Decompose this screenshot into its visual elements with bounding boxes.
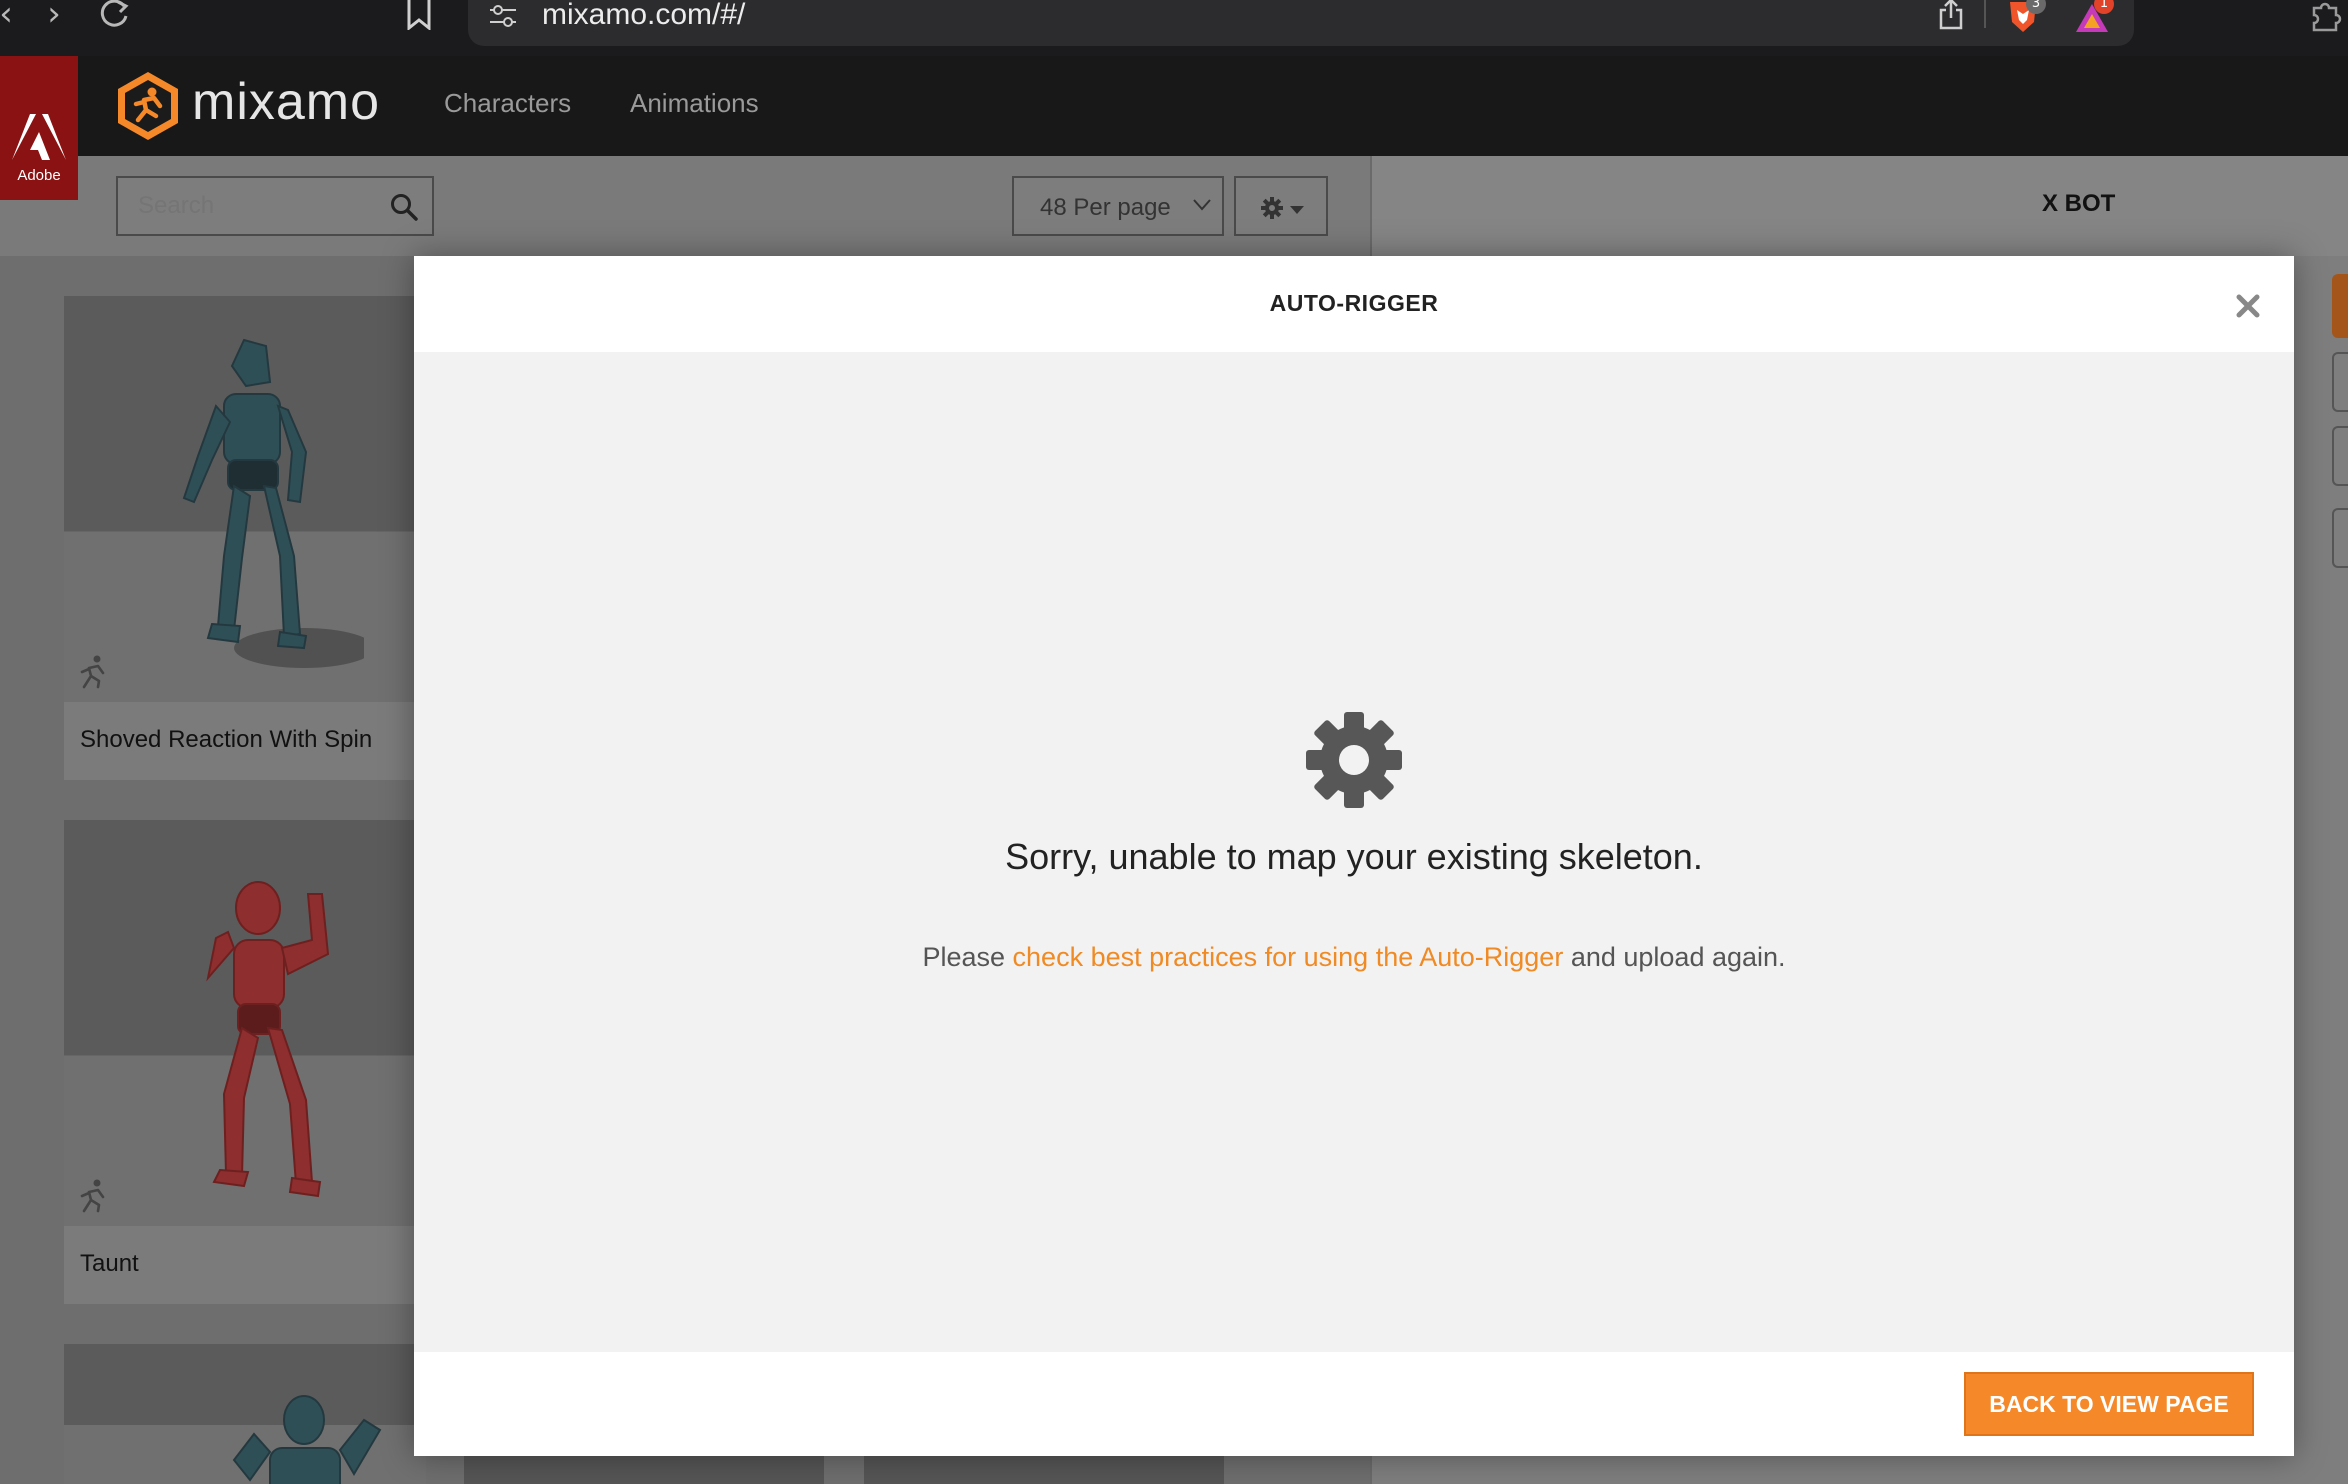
nav-animations[interactable]: Animations xyxy=(630,88,759,119)
modal-title: AUTO-RIGGER xyxy=(1269,290,1439,316)
mixamo-logo-icon[interactable] xyxy=(116,72,180,140)
extensions-icon[interactable] xyxy=(2308,0,2342,34)
side-tab[interactable] xyxy=(2332,352,2348,412)
error-message-suffix: and upload again. xyxy=(1563,942,1786,972)
search-icon[interactable] xyxy=(390,193,418,221)
character-figure xyxy=(206,881,330,1198)
character-figure xyxy=(232,1395,382,1484)
brave-shields-badge: 3 xyxy=(2026,0,2046,14)
preview-character-name: X BOT xyxy=(2042,190,2116,217)
brave-rewards-icon[interactable]: 1 xyxy=(2074,0,2114,34)
side-tab[interactable] xyxy=(2332,508,2348,568)
error-heading: Sorry, unable to map your existing skele… xyxy=(1005,836,1703,877)
animation-type-icon xyxy=(80,655,105,689)
side-tab-orange[interactable] xyxy=(2332,274,2348,338)
brave-shields-icon[interactable]: 3 xyxy=(2006,0,2046,34)
url-text[interactable]: mixamo.com/#/ xyxy=(542,0,745,32)
adobe-label: Adobe xyxy=(17,167,61,184)
animation-title: Taunt xyxy=(80,1250,139,1277)
adobe-a-icon xyxy=(12,114,66,160)
animation-thumbnail-partial[interactable] xyxy=(864,1456,1224,1484)
site-settings-icon[interactable] xyxy=(488,4,518,30)
back-arrow-icon[interactable]: ‹ xyxy=(0,0,26,32)
character-figure xyxy=(182,338,364,668)
animation-card[interactable]: Shoved Reaction With Spin xyxy=(64,296,426,780)
settings-dropdown[interactable] xyxy=(1234,176,1328,236)
error-message-prefix: Please xyxy=(922,942,1013,972)
brave-rewards-badge: 1 xyxy=(2094,0,2114,14)
chevron-down-icon xyxy=(1193,199,1211,211)
animations-toolbar: 48 Per page xyxy=(78,156,1370,256)
animation-card[interactable] xyxy=(64,1344,426,1484)
side-tab[interactable] xyxy=(2332,426,2348,486)
back-to-view-page-button[interactable]: BACK TO VIEW PAGE xyxy=(1964,1372,2254,1436)
share-icon[interactable] xyxy=(1938,0,1964,30)
error-message: Please check best practices for using th… xyxy=(414,942,2294,973)
caret-down-icon xyxy=(1290,206,1304,214)
search-input[interactable] xyxy=(138,192,388,220)
animation-card[interactable]: Taunt xyxy=(64,820,426,1304)
animation-thumbnail xyxy=(64,820,426,1226)
preview-header: X BOT xyxy=(1372,156,2348,256)
toolbar-left-gap xyxy=(0,200,78,256)
close-icon[interactable] xyxy=(2236,294,2260,318)
modal-header: AUTO-RIGGER xyxy=(414,256,2294,352)
nav-characters[interactable]: Characters xyxy=(444,88,571,119)
adobe-logo[interactable]: Adobe xyxy=(0,56,78,200)
modal-body: Sorry, unable to map your existing skele… xyxy=(414,352,2294,1352)
mixamo-wordmark[interactable]: mixamo xyxy=(192,72,380,132)
animation-thumbnail xyxy=(64,1344,426,1484)
search-box[interactable] xyxy=(116,176,434,236)
gear-icon xyxy=(1261,197,1283,219)
gear-icon xyxy=(1306,712,1402,808)
reload-icon[interactable] xyxy=(94,0,134,32)
animation-thumbnail-partial[interactable] xyxy=(464,1456,824,1484)
forward-arrow-icon[interactable]: › xyxy=(34,0,74,32)
app-header: Adobe mixamo Characters Animations xyxy=(0,56,2348,200)
address-bar[interactable]: mixamo.com/#/ 3 1 xyxy=(468,0,2134,46)
animation-thumbnail xyxy=(64,296,426,702)
modal-footer: BACK TO VIEW PAGE xyxy=(414,1352,2294,1456)
browser-toolbar: ‹ › mixamo.com/#/ 3 1 xyxy=(0,0,2348,56)
animation-type-icon xyxy=(80,1179,105,1213)
best-practices-link[interactable]: check best practices for using the Auto-… xyxy=(1013,942,1564,972)
animation-title: Shoved Reaction With Spin xyxy=(80,726,373,753)
address-bar-divider xyxy=(1984,0,1986,28)
per-page-value: 48 Per page xyxy=(1040,194,1171,221)
auto-rigger-modal: AUTO-RIGGER Sorry, unable to map your ex… xyxy=(414,256,2294,1456)
bookmark-icon[interactable] xyxy=(406,0,432,30)
per-page-select[interactable]: 48 Per page xyxy=(1012,176,1224,236)
